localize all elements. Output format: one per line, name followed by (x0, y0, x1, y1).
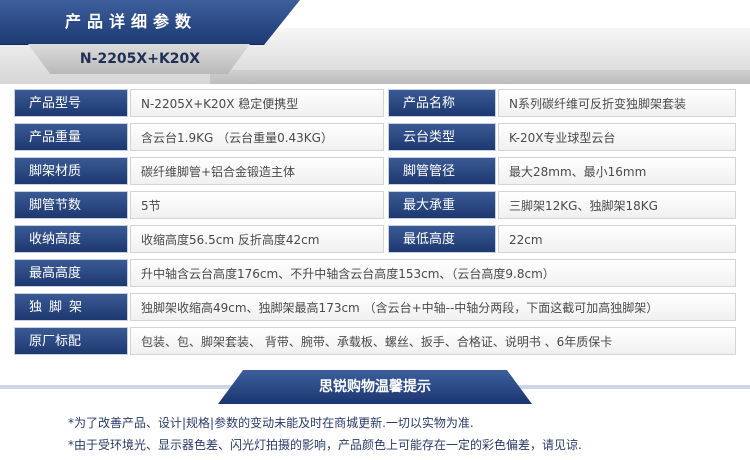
footer-title: 思锐购物温馨提示 (319, 379, 431, 395)
footer-note: *由于受环境光、显示器色差、闪光灯拍摄的影响，产品颜色上可能存在一定的彩色偏差，… (68, 438, 582, 452)
spec-value: K-20X专业球型云台 (498, 123, 736, 151)
spec-label: 收纳高度 (14, 225, 128, 253)
footer-note: *为了改善产品、设计|规格|参数的变动未能及时在商城更新.一切以实物为准. (68, 416, 474, 430)
spec-row: 收纳高度 收缩高度56.5cm 反折高度42cm 最低高度 22cm (0, 225, 750, 255)
spec-value: 22cm (498, 225, 736, 253)
spec-value: 含云台1.9KG （云台重量0.43KG） (130, 123, 384, 151)
spec-value: 5节 (130, 191, 384, 219)
spec-value: N-2205X+K20X 稳定便携型 (130, 89, 384, 117)
spec-row: 独脚架 独脚架收缩高49cm、独脚架最高173cm （含云台+中轴--中轴分两段… (0, 293, 750, 323)
spec-value: 包装、包、脚架套装、 背带、腕带、承载板、螺丝、扳手、合格证、说明书 、6年质保… (130, 327, 736, 355)
spec-label: 原厂标配 (14, 327, 128, 355)
spec-label: 脚架材质 (14, 157, 128, 185)
spec-label: 最大承重 (388, 191, 496, 219)
spec-label: 脚管节数 (14, 191, 128, 219)
header-title: 产品详细参数 (64, 12, 197, 31)
spec-value: 收缩高度56.5cm 反折高度42cm (130, 225, 384, 253)
spec-label: 产品重量 (14, 123, 128, 151)
spec-value: 升中轴含云台高度176cm、不升中轴含云台高度153cm、（云台高度9.8cm） (130, 259, 736, 287)
header-model: N-2205X+K20X (79, 51, 201, 67)
spec-label: 最低高度 (388, 225, 496, 253)
spec-row: 最高高度 升中轴含云台高度176cm、不升中轴含云台高度153cm、（云台高度9… (0, 259, 750, 289)
spec-value: 碳纤维脚管+铝合金锻造主体 (130, 157, 384, 185)
spec-value: 独脚架收缩高49cm、独脚架最高173cm （含云台+中轴--中轴分两段，下面这… (130, 293, 736, 321)
spec-value: N系列碳纤维可反折变独脚架套装 (498, 89, 736, 117)
spec-label: 脚管管径 (388, 157, 496, 185)
spec-row: 脚架材质 碳纤维脚管+铝合金锻造主体 脚管管径 最大28mm、最小16mm (0, 157, 750, 187)
spec-label: 产品型号 (14, 89, 128, 117)
spec-row: 原厂标配 包装、包、脚架套装、 背带、腕带、承载板、螺丝、扳手、合格证、说明书 … (0, 327, 750, 357)
spec-label: 云台类型 (388, 123, 496, 151)
spec-value: 最大28mm、最小16mm (498, 157, 736, 185)
spec-label: 独脚架 (14, 293, 128, 321)
spec-label: 最高高度 (14, 259, 128, 287)
spec-row: 产品重量 含云台1.9KG （云台重量0.43KG） 云台类型 K-20X专业球… (0, 123, 750, 153)
spec-label: 产品名称 (388, 89, 496, 117)
header-band-shadow (210, 70, 750, 84)
spec-row: 脚管节数 5节 最大承重 三脚架12KG、独脚架18KG (0, 191, 750, 221)
spec-value: 三脚架12KG、独脚架18KG (498, 191, 736, 219)
spec-row: 产品型号 N-2205X+K20X 稳定便携型 产品名称 N系列碳纤维可反折变独… (0, 89, 750, 119)
